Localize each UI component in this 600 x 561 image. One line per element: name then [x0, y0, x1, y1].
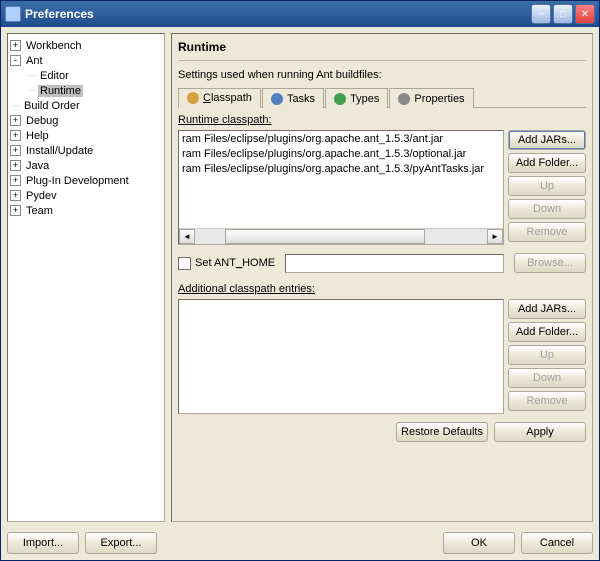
tree-item-plug-in-development[interactable]: +Plug-In Development: [10, 173, 162, 188]
import-button[interactable]: Import...: [7, 532, 79, 554]
add-jars-button[interactable]: Add JARs...: [508, 130, 586, 150]
tab-bar: Classpath Tasks Types Properties: [178, 87, 586, 108]
runtime-classpath-list[interactable]: ram Files/eclipse/plugins/org.apache.ant…: [178, 130, 504, 245]
tab-tasks[interactable]: Tasks: [262, 88, 324, 108]
tree-branch-icon: ⋯: [26, 85, 38, 96]
tab-label: Properties: [414, 93, 464, 105]
tree-item-workbench[interactable]: +Workbench: [10, 38, 162, 53]
scroll-left-button[interactable]: ◄: [179, 229, 195, 244]
down-button[interactable]: Down: [508, 199, 586, 219]
tree-item-build-order[interactable]: ⋯Build Order: [10, 98, 162, 113]
minimize-button[interactable]: ─: [531, 4, 551, 24]
expand-icon[interactable]: +: [10, 175, 21, 186]
tree-label: Java: [24, 160, 51, 172]
tab-types[interactable]: Types: [325, 88, 388, 108]
expand-icon[interactable]: +: [10, 130, 21, 141]
set-ant-home-label: Set ANT_HOME: [195, 257, 275, 269]
tab-properties[interactable]: Properties: [389, 88, 473, 108]
additional-classpath-label: Additional classpath entries:: [178, 283, 586, 295]
classpath-icon: [187, 92, 199, 104]
scroll-thumb[interactable]: [225, 229, 425, 244]
tree-branch-icon: ⋯: [10, 100, 22, 111]
expand-icon[interactable]: +: [10, 115, 21, 126]
tree-label: Ant: [24, 55, 45, 67]
ant-home-input[interactable]: [285, 254, 504, 273]
expand-icon[interactable]: +: [10, 190, 21, 201]
app-icon: [5, 6, 21, 22]
tree-label: Build Order: [22, 100, 82, 112]
tab-label: Tasks: [287, 93, 315, 105]
tree-item-java[interactable]: +Java: [10, 158, 162, 173]
titlebar[interactable]: Preferences ─ □ ✕: [1, 1, 599, 27]
horizontal-scrollbar[interactable]: ◄ ►: [179, 228, 503, 244]
down-button-2[interactable]: Down: [508, 368, 586, 388]
up-button-2[interactable]: Up: [508, 345, 586, 365]
maximize-button[interactable]: □: [553, 4, 573, 24]
apply-button[interactable]: Apply: [494, 422, 586, 442]
tree-item-team[interactable]: +Team: [10, 203, 162, 218]
tree-item-pydev[interactable]: +Pydev: [10, 188, 162, 203]
additional-classpath-list[interactable]: [178, 299, 504, 414]
classpath-entry[interactable]: ram Files/eclipse/plugins/org.apache.ant…: [180, 162, 502, 177]
tree-item-help[interactable]: +Help: [10, 128, 162, 143]
remove-button-2[interactable]: Remove: [508, 391, 586, 411]
add-folder-button[interactable]: Add Folder...: [508, 153, 586, 173]
expand-icon[interactable]: +: [10, 145, 21, 156]
tree-label: Plug-In Development: [24, 175, 131, 187]
add-jars-button-2[interactable]: Add JARs...: [508, 299, 586, 319]
set-ant-home-checkbox[interactable]: [178, 257, 191, 270]
types-icon: [334, 93, 346, 105]
tree-item-runtime[interactable]: ⋯Runtime: [10, 83, 162, 98]
up-button[interactable]: Up: [508, 176, 586, 196]
cancel-button[interactable]: Cancel: [521, 532, 593, 554]
ok-button[interactable]: OK: [443, 532, 515, 554]
collapse-icon[interactable]: -: [10, 55, 21, 66]
tree-label: Help: [24, 130, 51, 142]
preferences-tree[interactable]: +Workbench-Ant⋯Editor⋯Runtime⋯Build Orde…: [7, 33, 165, 522]
browse-button[interactable]: Browse...: [514, 253, 586, 273]
expand-icon[interactable]: +: [10, 40, 21, 51]
window-title: Preferences: [25, 7, 531, 21]
close-button[interactable]: ✕: [575, 4, 595, 24]
tree-label: Install/Update: [24, 145, 95, 157]
tab-classpath[interactable]: Classpath: [178, 88, 261, 108]
runtime-classpath-label: Runtime classpath:: [178, 114, 586, 126]
export-button[interactable]: Export...: [85, 532, 157, 554]
expand-icon[interactable]: +: [10, 160, 21, 171]
tree-label: Runtime: [38, 85, 83, 97]
page-title: Runtime: [178, 40, 586, 61]
tree-item-install-update[interactable]: +Install/Update: [10, 143, 162, 158]
add-folder-button-2[interactable]: Add Folder...: [508, 322, 586, 342]
scroll-right-button[interactable]: ►: [487, 229, 503, 244]
tree-item-editor[interactable]: ⋯Editor: [10, 68, 162, 83]
page-subtitle: Settings used when running Ant buildfile…: [178, 69, 586, 81]
tree-item-debug[interactable]: +Debug: [10, 113, 162, 128]
restore-defaults-button[interactable]: Restore Defaults: [396, 422, 488, 442]
tab-label: Classpath: [203, 92, 252, 104]
tree-label: Workbench: [24, 40, 83, 52]
remove-button[interactable]: Remove: [508, 222, 586, 242]
tasks-icon: [271, 93, 283, 105]
tree-item-ant[interactable]: -Ant: [10, 53, 162, 68]
tree-label: Pydev: [24, 190, 59, 202]
tab-label: Types: [350, 93, 379, 105]
tree-label: Editor: [38, 70, 71, 82]
classpath-entry[interactable]: ram Files/eclipse/plugins/org.apache.ant…: [180, 132, 502, 147]
properties-icon: [398, 93, 410, 105]
preferences-page: Runtime Settings used when running Ant b…: [171, 33, 593, 522]
classpath-entry[interactable]: ram Files/eclipse/plugins/org.apache.ant…: [180, 147, 502, 162]
tree-branch-icon: ⋯: [26, 70, 38, 81]
expand-icon[interactable]: +: [10, 205, 21, 216]
tree-label: Debug: [24, 115, 60, 127]
tree-label: Team: [24, 205, 55, 217]
